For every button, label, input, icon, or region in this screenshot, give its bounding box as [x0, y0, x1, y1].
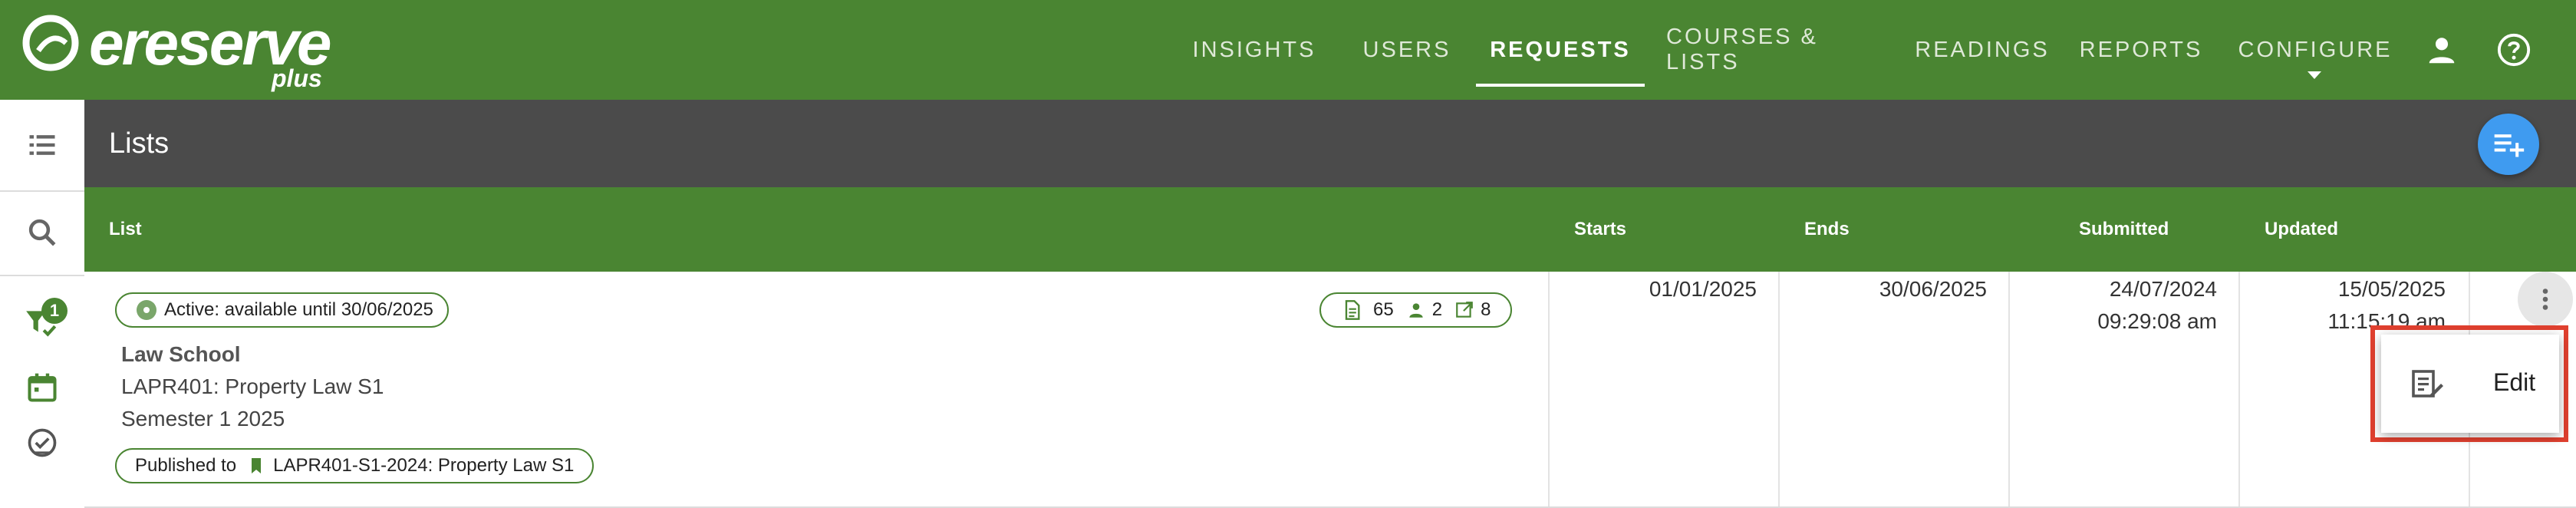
nav-reports[interactable]: REPORTS — [2080, 0, 2202, 100]
published-target: LAPR401-S1-2024: Property Law S1 — [273, 455, 575, 476]
search-button[interactable] — [0, 190, 84, 276]
ereserve-logo[interactable]: ereserve plus — [21, 9, 344, 94]
playlist-add-icon — [2494, 134, 2525, 157]
column-header-submitted[interactable]: Submitted — [2079, 187, 2169, 272]
starts-date: 01/01/2025 — [1649, 277, 1757, 301]
top-app-bar: ereserve plus INSIGHTS USERS REQUESTS CO… — [0, 0, 2576, 100]
published-badge[interactable]: Published to LAPR401-S1-2024: Property L… — [115, 448, 595, 483]
nav-courses-lists[interactable]: COURSES & LISTS — [1666, 0, 1881, 100]
column-header-starts[interactable]: Starts — [1574, 187, 1626, 272]
ends-date: 30/06/2025 — [1879, 277, 1987, 301]
calendar-button[interactable] — [0, 361, 84, 414]
readings-count: 65 — [1373, 299, 1394, 320]
course-name[interactable]: LAPR401: Property Law S1 — [121, 374, 384, 399]
status-dot-icon — [137, 300, 156, 320]
account-icon[interactable] — [2424, 32, 2459, 68]
more-vertical-icon — [2542, 289, 2548, 310]
nav-requests[interactable]: REQUESTS — [1476, 0, 1645, 100]
row-actions-menu: Edit — [2381, 335, 2559, 433]
links-count: 8 — [1481, 299, 1491, 320]
readings-count-icon — [1345, 300, 1360, 320]
check-circle-icon — [28, 428, 57, 457]
list-view-button[interactable] — [0, 100, 84, 192]
updated-date: 15/05/2025 — [2337, 277, 2446, 301]
page-title: Lists — [109, 127, 170, 160]
list-view-icon — [29, 135, 55, 155]
calendar-icon — [28, 373, 57, 402]
school-name: Law School — [121, 342, 241, 366]
submitted-date: 24/07/2024 — [2109, 277, 2217, 301]
term-name: Semester 1 2025 — [121, 407, 285, 430]
list-counts-badge: 65 2 8 — [1319, 292, 1513, 328]
menu-item-edit[interactable]: Edit — [2381, 335, 2559, 433]
sidebar: 1 — [0, 100, 86, 506]
add-list-button[interactable] — [2478, 114, 2539, 175]
status-text: Active: available until 30/06/2025 — [164, 299, 433, 320]
status-badge: Active: available until 30/06/2025 — [115, 292, 449, 328]
column-header-list[interactable]: List — [109, 187, 142, 272]
menu-item-edit-label: Edit — [2493, 368, 2536, 396]
search-icon — [28, 219, 56, 246]
filter-button[interactable]: 1 — [0, 292, 84, 353]
table-header: List Starts Ends Submitted Updated — [84, 187, 2576, 272]
logo-sub: plus — [272, 64, 322, 92]
users-count-icon — [1409, 303, 1423, 318]
external-link-icon — [1456, 302, 1473, 318]
edit-note-icon — [2412, 370, 2443, 397]
configure-dropdown-icon — [2308, 71, 2321, 79]
column-divider — [1548, 272, 1550, 506]
help-icon[interactable] — [2496, 32, 2532, 68]
completed-button[interactable] — [0, 416, 84, 470]
lists-header-bar: Lists — [84, 100, 2576, 187]
column-divider — [1778, 272, 1780, 506]
row-actions-button[interactable] — [2518, 272, 2573, 327]
column-divider — [2008, 272, 2010, 506]
submitted-time: 09:29:08 am — [2097, 309, 2217, 333]
bookmark-icon — [252, 458, 262, 473]
nav-readings[interactable]: READINGS — [1913, 0, 2051, 100]
table-row[interactable]: Active: available until 30/06/2025 65 2 … — [84, 272, 2576, 508]
nav-insights[interactable]: INSIGHTS — [1189, 0, 1319, 100]
column-header-ends[interactable]: Ends — [1804, 187, 1850, 272]
filter-count-badge: 1 — [41, 298, 68, 324]
ereserve-logo-mark-icon — [22, 15, 79, 71]
nav-users[interactable]: USERS — [1359, 0, 1454, 100]
users-count: 2 — [1431, 299, 1443, 320]
column-header-updated[interactable]: Updated — [2265, 187, 2338, 272]
nav-configure[interactable]: CONFIGURE — [2238, 0, 2390, 100]
column-divider — [2238, 272, 2240, 506]
published-label: Published to — [135, 455, 237, 476]
